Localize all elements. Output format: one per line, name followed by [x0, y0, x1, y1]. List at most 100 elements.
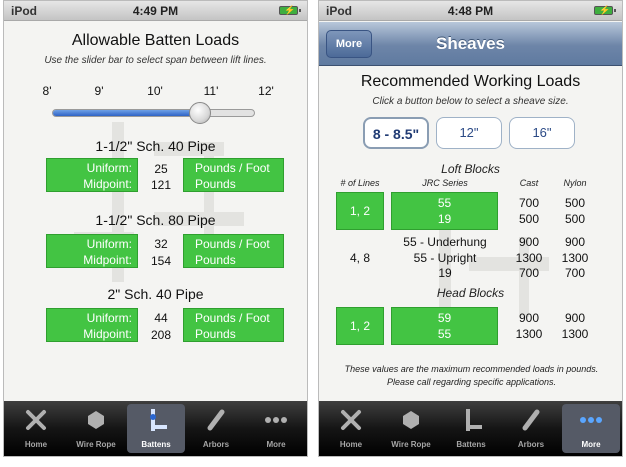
cast-value: 900	[518, 235, 540, 249]
uniform-value: 25	[154, 162, 168, 176]
tab-more[interactable]: More	[247, 404, 305, 453]
uniform-label: Uniform:	[86, 311, 132, 325]
pipe-labels-box: Uniform: Midpoint:	[46, 308, 138, 342]
arbor-icon	[207, 409, 225, 431]
span-slider[interactable]	[52, 102, 255, 124]
battery-icon: ⚡	[594, 5, 616, 15]
cast-value: 900	[518, 311, 540, 325]
midpoint-unit: Pounds	[195, 253, 236, 267]
nylon-header: Nylon	[563, 178, 587, 188]
nylon-value: 1300	[561, 251, 589, 265]
hammer-wrench-icon	[26, 410, 46, 430]
series-box: 55 19	[391, 192, 498, 230]
series-header: JRC Series	[422, 178, 468, 188]
tab-label: Home	[339, 440, 363, 449]
midpoint-unit: Pounds	[195, 327, 236, 341]
uniform-unit: Pounds / Foot	[195, 311, 270, 325]
more-dots-icon	[580, 417, 602, 423]
uniform-unit: Pounds / Foot	[195, 161, 270, 175]
page-title: Recommended Working Loads	[360, 73, 581, 90]
head-blocks-title: Head Blocks	[436, 286, 505, 300]
sheave-button-12[interactable]: 12"	[436, 117, 502, 149]
midpoint-label: Midpoint:	[83, 327, 132, 341]
cast-value: 1300	[515, 327, 543, 341]
series-value: 19	[438, 266, 452, 280]
nylon-value: 900	[564, 311, 586, 325]
tab-wire-rope[interactable]: Wire Rope	[382, 404, 440, 453]
span-label: 10'	[147, 84, 163, 98]
tab-label: More	[581, 440, 601, 449]
nylon-value: 900	[564, 235, 586, 249]
midpoint-value: 154	[150, 254, 172, 268]
cast-header: Cast	[519, 178, 539, 188]
span-label: 11'	[203, 84, 219, 98]
span-label: 12'	[258, 84, 274, 98]
series-value: 59	[437, 311, 452, 325]
midpoint-label: Midpoint:	[83, 177, 132, 191]
pipe-labels-box: Uniform: Midpoint:	[46, 158, 138, 192]
tab-label: Arbors	[202, 440, 230, 449]
page-subtitle: Use the slider bar to select span betwee…	[44, 55, 267, 66]
tab-arbors[interactable]: Arbors	[502, 404, 560, 453]
pipe-units-box: Pounds / Foot Pounds	[183, 234, 284, 268]
sheaves-content: Recommended Working Loads Click a button…	[319, 67, 622, 402]
slider-fill	[53, 110, 200, 116]
uniform-label: Uniform:	[86, 161, 132, 175]
series-value: 55 - Underhung	[403, 235, 487, 249]
uniform-value: 32	[154, 237, 168, 251]
nylon-value: 500	[564, 196, 586, 210]
pipe-labels-box: Uniform: Midpoint:	[46, 234, 138, 268]
tab-battens[interactable]: Battens	[442, 404, 500, 453]
battens-screen: iPod 4:49 PM ⚡ Allowable Batten Loads Us…	[3, 0, 308, 457]
series-box: 59 55	[391, 307, 498, 345]
tab-more[interactable]: More	[562, 404, 620, 453]
pipe-units-box: Pounds / Foot Pounds	[183, 308, 284, 342]
pipe-title: 1-1/2" Sch. 80 Pipe	[95, 212, 216, 228]
uniform-label: Uniform:	[86, 237, 132, 251]
slider-thumb[interactable]	[188, 102, 211, 124]
hammer-wrench-icon	[341, 410, 361, 430]
tab-arbors[interactable]: Arbors	[187, 404, 245, 453]
battery-icon: ⚡	[279, 5, 301, 15]
tab-home[interactable]: Home	[7, 404, 65, 453]
pipe-units-box: Pounds / Foot Pounds	[183, 158, 284, 192]
nav-title: Sheaves	[436, 34, 505, 53]
series-value: 19	[437, 212, 452, 226]
midpoint-value: 208	[150, 328, 172, 342]
loft-blocks-title: Loft Blocks	[441, 162, 500, 176]
tab-bar: Home Wire Rope Battens Arbors More	[4, 401, 307, 456]
tab-label: Battens	[456, 440, 486, 449]
tab-label: Arbors	[517, 440, 545, 449]
clock: 4:49 PM	[132, 4, 179, 18]
span-label: 8'	[42, 84, 52, 98]
tab-label: Battens	[141, 440, 171, 449]
page-subtitle: Click a button below to select a sheave …	[372, 96, 569, 107]
tab-home[interactable]: Home	[322, 404, 380, 453]
uniform-value: 44	[154, 311, 168, 325]
lines-box: 1, 2	[336, 307, 384, 345]
status-bar: iPod 4:49 PM ⚡	[4, 1, 307, 21]
sheave-button-16[interactable]: 16"	[509, 117, 575, 149]
lines-header: # of Lines	[340, 178, 380, 188]
tab-wire-rope[interactable]: Wire Rope	[67, 404, 125, 453]
disclaimer-note: These values are the maximum recommended…	[344, 364, 599, 387]
tab-bar: Home Wire Rope Battens Arbors More	[319, 401, 622, 456]
midpoint-label: Midpoint:	[83, 253, 132, 267]
span-labels: 8' 9' 10' 11' 12'	[43, 84, 275, 98]
arbor-icon	[522, 409, 540, 431]
batten-icon	[150, 409, 167, 431]
nylon-value: 500	[564, 212, 586, 226]
batten-icon	[466, 409, 482, 431]
status-bar: iPod 4:48 PM ⚡	[319, 1, 622, 21]
wire-rope-icon	[88, 411, 104, 429]
span-label: 9'	[94, 84, 104, 98]
tab-battens[interactable]: Battens	[127, 404, 185, 453]
sheave-button-8[interactable]: 8 - 8.5"	[363, 117, 429, 149]
tab-label: Wire Rope	[391, 440, 431, 449]
lines-value: 4, 8	[349, 251, 370, 265]
clock: 4:48 PM	[447, 4, 494, 18]
series-value: 55	[437, 327, 452, 341]
series-value: 55 - Upright	[413, 251, 477, 265]
cast-value: 700	[518, 266, 540, 280]
more-dots-icon	[265, 417, 287, 423]
